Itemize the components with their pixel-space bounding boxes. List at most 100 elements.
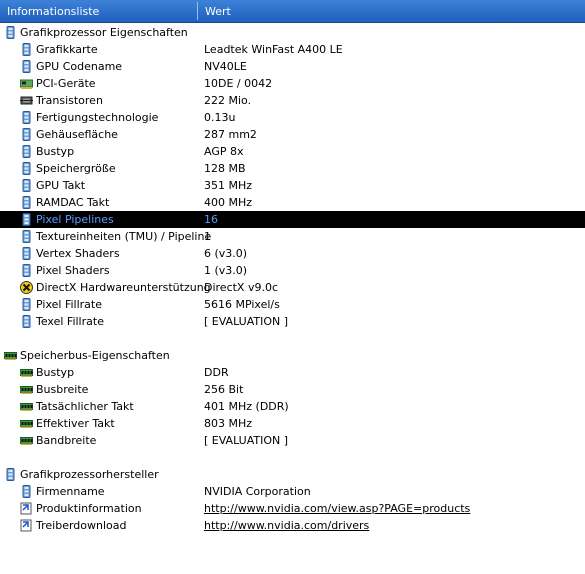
- gpu-chip-icon: [20, 264, 33, 277]
- item-label: Gehäusefläche: [36, 128, 118, 141]
- gpu-chip-icon: [20, 111, 33, 124]
- item-label: Firmenname: [36, 485, 105, 498]
- item-label: Bustyp: [36, 145, 75, 158]
- item-label: Texel Fillrate: [36, 315, 104, 328]
- section-header[interactable]: Speicherbus-Eigenschaften: [0, 347, 585, 364]
- gpu-chip-icon: [20, 145, 33, 158]
- link-icon: [20, 519, 33, 532]
- list-item[interactable]: Texel Fillrate [ EVALUATION ]: [0, 313, 585, 330]
- item-label: DirectX Hardwareunterstützung: [36, 281, 211, 294]
- gpu-chip-icon: [20, 179, 33, 192]
- item-label: GPU Codename: [36, 60, 123, 73]
- item-label: Grafikkarte: [36, 43, 98, 56]
- item-label: Transistoren: [36, 94, 103, 107]
- item-value: 351 MHz: [204, 179, 253, 192]
- gpu-chip-icon: [20, 298, 33, 311]
- processor-icon: [20, 94, 33, 107]
- item-value: [ EVALUATION ]: [204, 434, 289, 447]
- list-item[interactable]: Busbreite 256 Bit: [0, 381, 585, 398]
- item-value: DDR: [204, 366, 229, 379]
- item-label: Speichergröße: [36, 162, 116, 175]
- item-label: Bustyp: [36, 366, 75, 379]
- item-value: 400 MHz: [204, 196, 253, 209]
- section-title: Grafikprozessor Eigenschaften: [20, 26, 188, 39]
- list-item[interactable]: GPU Codename NV40LE: [0, 58, 585, 75]
- item-value: 6 (v3.0): [204, 247, 248, 260]
- list-item[interactable]: Produktinformation http://www.nvidia.com/…: [0, 500, 585, 517]
- list-item[interactable]: Pixel Pipelines 16: [0, 211, 585, 228]
- item-value: AGP 8x: [204, 145, 244, 158]
- list-item[interactable]: GPU Takt 351 MHz: [0, 177, 585, 194]
- item-value: 128 MB: [204, 162, 246, 175]
- list-item[interactable]: PCI-Geräte 10DE / 0042: [0, 75, 585, 92]
- item-label: Pixel Shaders: [36, 264, 110, 277]
- section-header[interactable]: Grafikprozessor Eigenschaften: [0, 24, 585, 41]
- item-value: [ EVALUATION ]: [204, 315, 289, 328]
- item-label: GPU Takt: [36, 179, 86, 192]
- item-label: Fertigungstechnologie: [36, 111, 159, 124]
- memory-module-icon: [19, 434, 34, 447]
- section-title: Speicherbus-Eigenschaften: [20, 349, 170, 362]
- list-item[interactable]: Pixel Fillrate 5616 MPixel/s: [0, 296, 585, 313]
- item-label: Effektiver Takt: [36, 417, 115, 430]
- list-item[interactable]: Textureinheiten (TMU) / Pipeline 1: [0, 228, 585, 245]
- list-item[interactable]: DirectX Hardwareunterstützung DirectX v9.…: [0, 279, 585, 296]
- item-label: Pixel Pipelines: [36, 213, 114, 226]
- list-item[interactable]: Vertex Shaders 6 (v3.0): [0, 245, 585, 262]
- item-link[interactable]: http://www.nvidia.com/view.asp?PAGE=prod…: [204, 500, 470, 517]
- directx-icon: [20, 281, 33, 294]
- item-value: 16: [204, 213, 218, 226]
- item-label: PCI-Geräte: [36, 77, 96, 90]
- memory-module-icon: [19, 366, 34, 379]
- item-value: 803 MHz: [204, 417, 253, 430]
- list-item[interactable]: Bustyp AGP 8x: [0, 143, 585, 160]
- item-value: 1 (v3.0): [204, 264, 248, 277]
- memory-module-icon: [19, 400, 34, 413]
- section-header[interactable]: Grafikprozessorhersteller: [0, 466, 585, 483]
- list-item[interactable]: Tatsächlicher Takt 401 MHz (DDR): [0, 398, 585, 415]
- list-item[interactable]: RAMDAC Takt 400 MHz: [0, 194, 585, 211]
- item-link[interactable]: http://www.nvidia.com/drivers: [204, 517, 369, 534]
- item-value: 5616 MPixel/s: [204, 298, 280, 311]
- item-value: 10DE / 0042: [204, 77, 273, 90]
- item-label: Tatsächlicher Takt: [36, 400, 134, 413]
- gpu-chip-icon: [20, 128, 33, 141]
- list-item[interactable]: Pixel Shaders 1 (v3.0): [0, 262, 585, 279]
- item-label: Bandbreite: [36, 434, 97, 447]
- item-label: Produktinformation: [36, 502, 142, 515]
- item-value: DirectX v9.0c: [204, 281, 279, 294]
- gpu-chip-icon: [20, 196, 33, 209]
- list-item[interactable]: Transistoren 222 Mio.: [0, 92, 585, 109]
- gpu-chip-icon: [20, 43, 33, 56]
- item-label: Treiberdownload: [36, 519, 127, 532]
- column-header-value[interactable]: Wert: [198, 0, 585, 22]
- list-item[interactable]: Firmenname NVIDIA Corporation: [0, 483, 585, 500]
- gpu-chip-icon: [20, 213, 33, 226]
- gpu-chip-icon: [20, 230, 33, 243]
- pci-card-icon: [20, 77, 33, 90]
- list-item[interactable]: Grafikkarte Leadtek WinFast A400 LE: [0, 41, 585, 58]
- list-item[interactable]: Bustyp DDR: [0, 364, 585, 381]
- memory-module-icon: [3, 349, 18, 362]
- gpu-chip-icon: [20, 247, 33, 260]
- item-value: 401 MHz (DDR): [204, 400, 289, 413]
- item-label: Vertex Shaders: [36, 247, 120, 260]
- list-item[interactable]: Speichergröße 128 MB: [0, 160, 585, 177]
- gpu-chip-icon: [4, 26, 17, 39]
- gpu-chip-icon: [20, 485, 33, 498]
- gpu-chip-icon: [4, 468, 17, 481]
- list-item[interactable]: Fertigungstechnologie 0.13u: [0, 109, 585, 126]
- item-value: NVIDIA Corporation: [204, 485, 311, 498]
- link-icon: [20, 502, 33, 515]
- memory-module-icon: [19, 417, 34, 430]
- list-item[interactable]: Effektiver Takt 803 MHz: [0, 415, 585, 432]
- gpu-chip-icon: [20, 315, 33, 328]
- item-label: Pixel Fillrate: [36, 298, 102, 311]
- list-item[interactable]: Treiberdownload http://www.nvidia.com/dri…: [0, 517, 585, 534]
- list-item[interactable]: Bandbreite [ EVALUATION ]: [0, 432, 585, 449]
- item-value: 287 mm2: [204, 128, 257, 141]
- column-header-name[interactable]: Informationsliste: [0, 0, 196, 22]
- gpu-chip-icon: [20, 60, 33, 73]
- list-item[interactable]: Gehäusefläche 287 mm2: [0, 126, 585, 143]
- item-label: RAMDAC Takt: [36, 196, 110, 209]
